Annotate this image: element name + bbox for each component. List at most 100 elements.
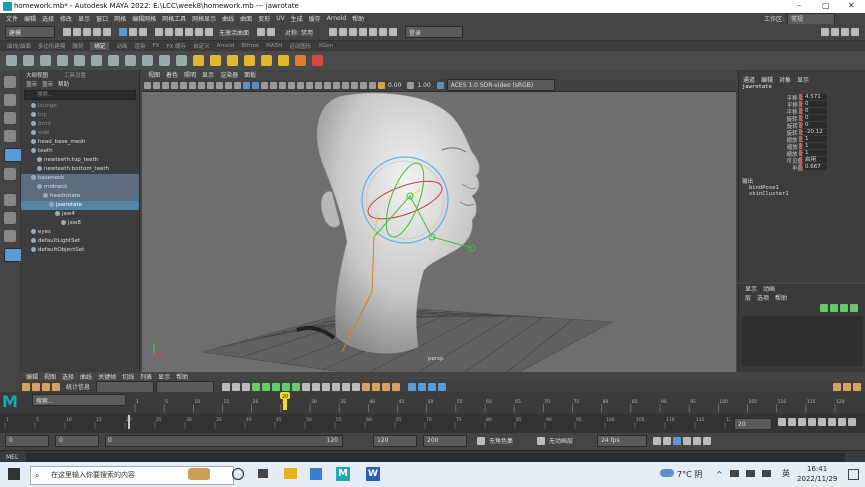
snap-grid-icon[interactable]	[155, 28, 163, 36]
outliner-item[interactable]: teeth	[21, 147, 139, 156]
shelf-tab-sculpt[interactable]: 雕刻	[72, 42, 83, 50]
outliner-item[interactable]: side	[21, 129, 139, 138]
vp-menu-lighting[interactable]: 照明	[184, 70, 196, 79]
parent-constraint-icon[interactable]	[261, 55, 272, 66]
channel-row[interactable]: 缩放 Z1	[739, 150, 865, 158]
play-backwards-icon[interactable]	[808, 418, 816, 426]
shelf-tab-fx[interactable]: FX	[152, 43, 159, 49]
mirror-joint-icon[interactable]	[57, 55, 68, 66]
normalize-icon[interactable]	[392, 382, 401, 391]
outliner-menu-help[interactable]: 帮助	[58, 80, 69, 88]
orient-joint-icon[interactable]	[74, 55, 85, 66]
insert-joint-icon[interactable]	[91, 55, 102, 66]
save-scene-icon[interactable]	[83, 28, 91, 36]
volume-icon[interactable]	[746, 470, 755, 477]
lasso-tool-icon[interactable]	[4, 94, 16, 106]
outliner-search-input[interactable]: 搜索...	[24, 90, 136, 100]
outliner-item[interactable]: baseneck	[21, 174, 139, 183]
mode-select[interactable]: 建模	[5, 26, 55, 38]
four-view-layout-icon[interactable]	[4, 212, 16, 224]
aim-constraint-icon[interactable]	[210, 55, 221, 66]
menu-uv[interactable]: UV	[276, 15, 285, 22]
cortana-icon[interactable]	[232, 468, 244, 480]
locator-icon[interactable]	[295, 55, 306, 66]
safe-action-icon[interactable]	[225, 81, 232, 89]
new-layer-icon[interactable]	[820, 304, 828, 312]
scale-tool-icon[interactable]	[4, 168, 16, 180]
menu-edit-mesh[interactable]: 编辑网格	[132, 14, 156, 23]
shelf-tab-animation[interactable]: 动画	[116, 42, 127, 50]
menu-cache[interactable]: 缓存	[309, 14, 321, 23]
point-constraint-icon[interactable]	[193, 55, 204, 66]
xray-joints-icon[interactable]	[360, 81, 367, 89]
character-set-label[interactable]: 无角色集	[489, 436, 513, 445]
te-menu-view[interactable]: 视图	[44, 372, 56, 381]
channel-box-toggle-icon[interactable]	[841, 28, 849, 36]
shelf-tab-xgen[interactable]: XGen	[318, 43, 333, 49]
loop-icon[interactable]	[653, 436, 662, 445]
outliner-item[interactable]: defaultObjectSet	[21, 246, 139, 255]
step-back-key-icon[interactable]	[788, 418, 796, 426]
vp-menu-show[interactable]: 显示	[202, 70, 214, 79]
network-icon[interactable]	[730, 470, 739, 477]
shelf-tab-rigging[interactable]: 绑定	[90, 42, 110, 50]
cb-menu-object[interactable]: 对象	[779, 75, 791, 84]
timeline-search-input[interactable]: 搜索...	[32, 394, 126, 406]
auto-tangent-icon[interactable]	[252, 382, 261, 391]
graph-editor-icon[interactable]	[853, 382, 861, 391]
render-frame-icon[interactable]	[328, 28, 337, 36]
go-to-start-icon[interactable]	[778, 418, 786, 426]
menu-surfaces[interactable]: 曲面	[240, 14, 252, 23]
flat-tangent-icon[interactable]	[292, 382, 301, 391]
play-forwards-icon[interactable]	[818, 418, 826, 426]
select-camera-icon[interactable]	[144, 81, 151, 89]
lock-weight-icon[interactable]	[352, 382, 361, 391]
color-management-icon[interactable]	[436, 81, 444, 89]
xray-components-icon[interactable]	[369, 81, 376, 89]
menu-edit[interactable]: 编辑	[24, 14, 36, 23]
menu-deform[interactable]: 变形	[258, 14, 270, 23]
ik-spline-icon[interactable]	[40, 55, 51, 66]
notifications-icon[interactable]	[848, 469, 859, 480]
channel-value-field[interactable]: 0	[803, 108, 827, 114]
outliner-item[interactable]: lounge	[21, 102, 139, 111]
outliner-item[interactable]: front	[21, 120, 139, 129]
anim-prefs-icon[interactable]	[683, 436, 692, 445]
ik-handle-icon[interactable]	[23, 55, 34, 66]
gamma-value[interactable]: 1.00	[417, 82, 430, 89]
clock-date[interactable]: 2022/11/29	[797, 475, 837, 483]
tab-tool-settings[interactable]: 工具设置	[64, 71, 86, 79]
light-editor-icon[interactable]	[378, 28, 387, 36]
maximize-button[interactable]: ▢	[822, 1, 830, 10]
file-explorer-icon[interactable]	[284, 468, 297, 479]
menu-file[interactable]: 文件	[6, 14, 18, 23]
animation-start-field[interactable]: 0	[5, 434, 49, 447]
move-tool-icon[interactable]	[4, 130, 16, 142]
layer-tab-anim[interactable]: 动画	[763, 284, 775, 293]
cb-menu-edit[interactable]: 编辑	[761, 75, 773, 84]
cluster-icon[interactable]	[142, 55, 153, 66]
pre-infinity-icon[interactable]	[428, 382, 437, 391]
outliner-item[interactable]: jaw4	[21, 210, 139, 219]
playback-end-field[interactable]: 120	[373, 434, 417, 447]
channel-value-field[interactable]: 0	[803, 115, 827, 121]
playback-start-field[interactable]: 0	[55, 434, 99, 447]
menu-select[interactable]: 选择	[42, 14, 54, 23]
login-select[interactable]: 登录	[404, 26, 463, 38]
render-settings-icon[interactable]	[348, 28, 357, 36]
range-slider[interactable]: 0 120	[105, 434, 343, 447]
redo-icon[interactable]	[103, 28, 111, 36]
channel-row[interactable]: 缩放 Y1	[739, 143, 865, 151]
new-layer-selected-icon[interactable]	[830, 304, 838, 312]
step-back-frame-icon[interactable]	[798, 418, 806, 426]
channel-value-field[interactable]: 0.667	[803, 164, 827, 170]
menu-windows[interactable]: 窗口	[96, 14, 108, 23]
channel-row[interactable]: 缩放 X1	[739, 136, 865, 144]
anim-layer-label[interactable]: 无动画层	[549, 436, 573, 445]
vp-menu-panels[interactable]: 面板	[244, 70, 256, 79]
colorspace-select[interactable]: ACES 1.0 SDR-video (sRGB)	[446, 79, 555, 91]
smooth-shade-icon[interactable]	[252, 81, 259, 89]
tab-outliner[interactable]: 大纲视图	[26, 71, 48, 79]
snap-point-icon[interactable]	[175, 28, 183, 36]
viewport-panel[interactable]: 视图 着色 照明 显示 渲染器 面板 0.00 1.00 ACES 1.0 SD…	[142, 70, 736, 372]
